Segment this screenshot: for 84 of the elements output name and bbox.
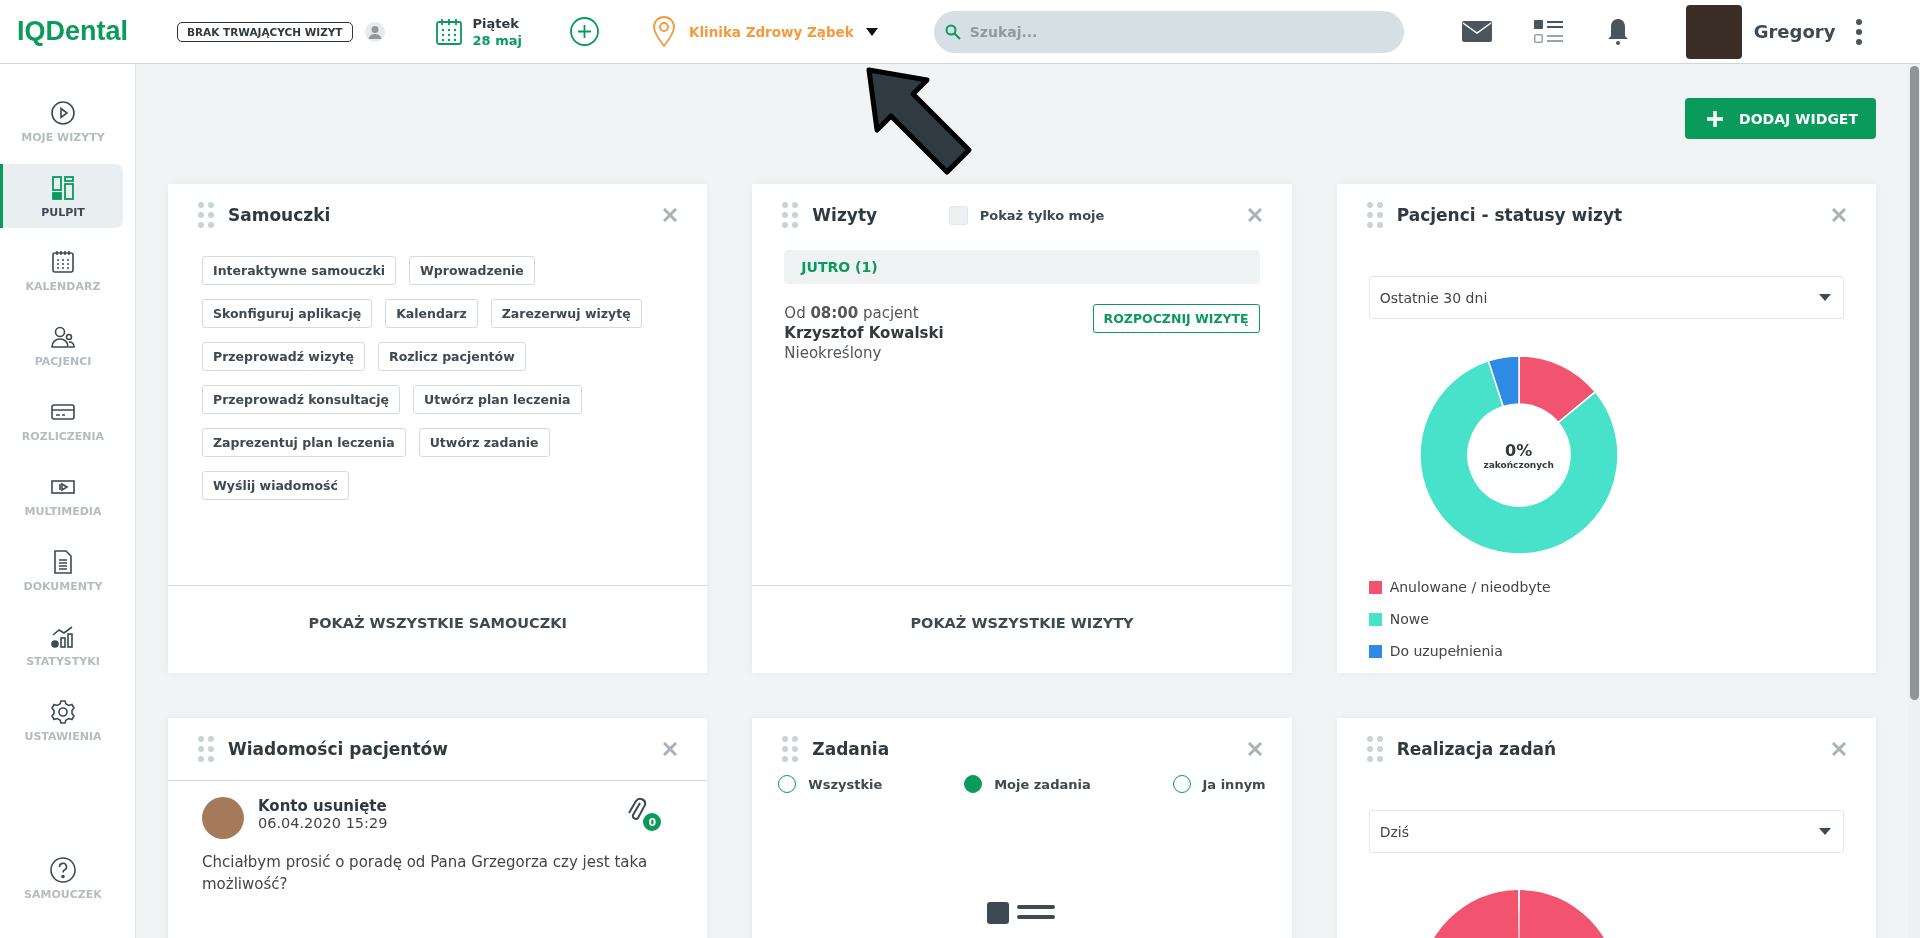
checkbox[interactable] (948, 205, 968, 225)
settings-icon (49, 698, 77, 726)
widget-title: Pacjenci - statusy wizyt (1396, 205, 1623, 225)
tutorial-chip[interactable]: Utwórz zadanie (418, 428, 550, 457)
start-visit-button[interactable]: ROZPOCZNIJ WIZYTĘ (1092, 304, 1260, 333)
avatar (202, 797, 244, 839)
caret-icon (1819, 294, 1831, 301)
close-icon[interactable] (663, 742, 678, 756)
list-icon (987, 900, 1057, 924)
drag-handle-icon[interactable] (198, 202, 214, 228)
tutorial-chip[interactable]: Utwórz plan leczenia (413, 385, 582, 414)
widget-title: Wizyty (812, 205, 878, 225)
weekday: Piątek (472, 14, 520, 32)
user-icon (364, 21, 385, 42)
tutorial-chip[interactable]: Przeprowadź konsultację (202, 385, 400, 414)
tutorial-chip[interactable]: Wyślij wiadomość (202, 471, 349, 500)
drag-handle-icon[interactable] (782, 202, 799, 228)
caret-icon (1819, 828, 1831, 835)
sender-name: Konto usunięte (258, 797, 388, 815)
mail-icon[interactable] (1461, 21, 1492, 42)
location-pin-icon (652, 15, 675, 48)
radio-dot[interactable] (964, 775, 983, 793)
add-icon[interactable] (569, 17, 599, 46)
user-name[interactable]: Gregory (1753, 21, 1836, 42)
message-text: Chciałbym prosić o poradę od Pana Grzegorza czy jest taka możliwość? (202, 852, 649, 895)
center-label: zakończonych (1483, 459, 1554, 470)
dashboard-icon (49, 173, 77, 202)
center-value: 0% (1505, 440, 1533, 460)
close-icon[interactable] (1832, 742, 1846, 756)
user-photo[interactable] (1685, 4, 1742, 59)
current-date: 28 maj (472, 31, 522, 49)
checkbox-label: Pokaż tylko moje (979, 207, 1105, 223)
visit-status-badge: BRAK TRWAJĄCYCH WIZYT (177, 21, 353, 42)
search-field[interactable]: Szukaj... (933, 10, 1404, 53)
show-all-link[interactable]: POKAŻ WSZYSTKIE SAMOUCZKI (168, 585, 708, 659)
patient-name: Krzysztof Kowalski (784, 324, 944, 342)
attachment-count: 0 (641, 811, 664, 833)
message-date: 06.04.2020 15:29 (258, 815, 388, 831)
tutorial-chip[interactable]: Wprowadzenie (409, 256, 535, 285)
paperclip-icon (627, 797, 648, 823)
filter-radio[interactable]: Moje zadania (958, 774, 1097, 794)
drag-handle-icon[interactable] (1366, 736, 1383, 762)
drag-handle-icon[interactable] (198, 736, 214, 762)
group-header: JUTRO (1) (784, 250, 1260, 284)
add-widget-button[interactable]: DODAJ WIDGET (1685, 98, 1876, 139)
period-select[interactable]: Ostatnie 30 dni (1368, 276, 1844, 319)
app-logo[interactable]: IQDental (17, 16, 129, 47)
legend-label: Nowe (1389, 611, 1429, 627)
task-list-icon[interactable] (1533, 18, 1564, 45)
visit-status: Nieokreślony (784, 344, 883, 362)
period-select[interactable]: Dziś (1368, 810, 1844, 853)
close-icon[interactable] (1832, 208, 1846, 222)
visit-time: Od 08:00 pacjent (784, 304, 920, 322)
calendar-icon[interactable] (434, 17, 463, 46)
calendar-icon (49, 248, 77, 276)
tutorial-chip[interactable]: Interaktywne samouczki (202, 256, 396, 285)
plus-icon (1707, 110, 1724, 127)
filter-radio[interactable]: Wszystkie (772, 774, 889, 794)
legend-label: Anulowane / nieodbyte (1389, 579, 1551, 595)
drag-handle-icon[interactable] (782, 736, 799, 762)
widget-title: Zadania (812, 739, 890, 759)
tutorial-chip[interactable]: Skonfiguruj aplikację (202, 299, 373, 328)
search-icon (944, 23, 961, 40)
close-icon[interactable] (1247, 208, 1262, 222)
show-all-link[interactable]: POKAŻ WSZYSTKIE WIZYTY (752, 585, 1292, 659)
nav-item[interactable]: PULPIT (0, 164, 123, 228)
widget-title: Samouczki (228, 205, 331, 225)
widget-title: Realizacja zadań (1396, 739, 1557, 759)
close-icon[interactable] (1247, 742, 1262, 756)
more-icon[interactable] (1855, 18, 1864, 45)
scrollbar[interactable] (1908, 64, 1920, 938)
help-icon (49, 856, 77, 884)
tutorial-chip[interactable]: Przeprowadź wizytę (202, 342, 366, 371)
filter-radio[interactable]: Ja innym (1166, 774, 1272, 794)
close-icon[interactable] (663, 208, 678, 222)
tutorial-chip[interactable]: Zaprezentuj plan leczenia (202, 428, 406, 457)
tutorial-chip[interactable]: Zarezerwuj wizytę (490, 299, 642, 328)
drag-handle-icon[interactable] (1366, 202, 1383, 228)
legend-label: Do uzupełnienia (1389, 643, 1503, 659)
tutorial-chip[interactable]: Rozlicz pacjentów (378, 342, 526, 371)
caret-icon[interactable] (865, 27, 878, 36)
tutorial-chip[interactable]: Kalendarz (385, 299, 478, 328)
visits-icon (49, 99, 77, 127)
widget-title: Wiadomości pacjentów (228, 739, 448, 759)
